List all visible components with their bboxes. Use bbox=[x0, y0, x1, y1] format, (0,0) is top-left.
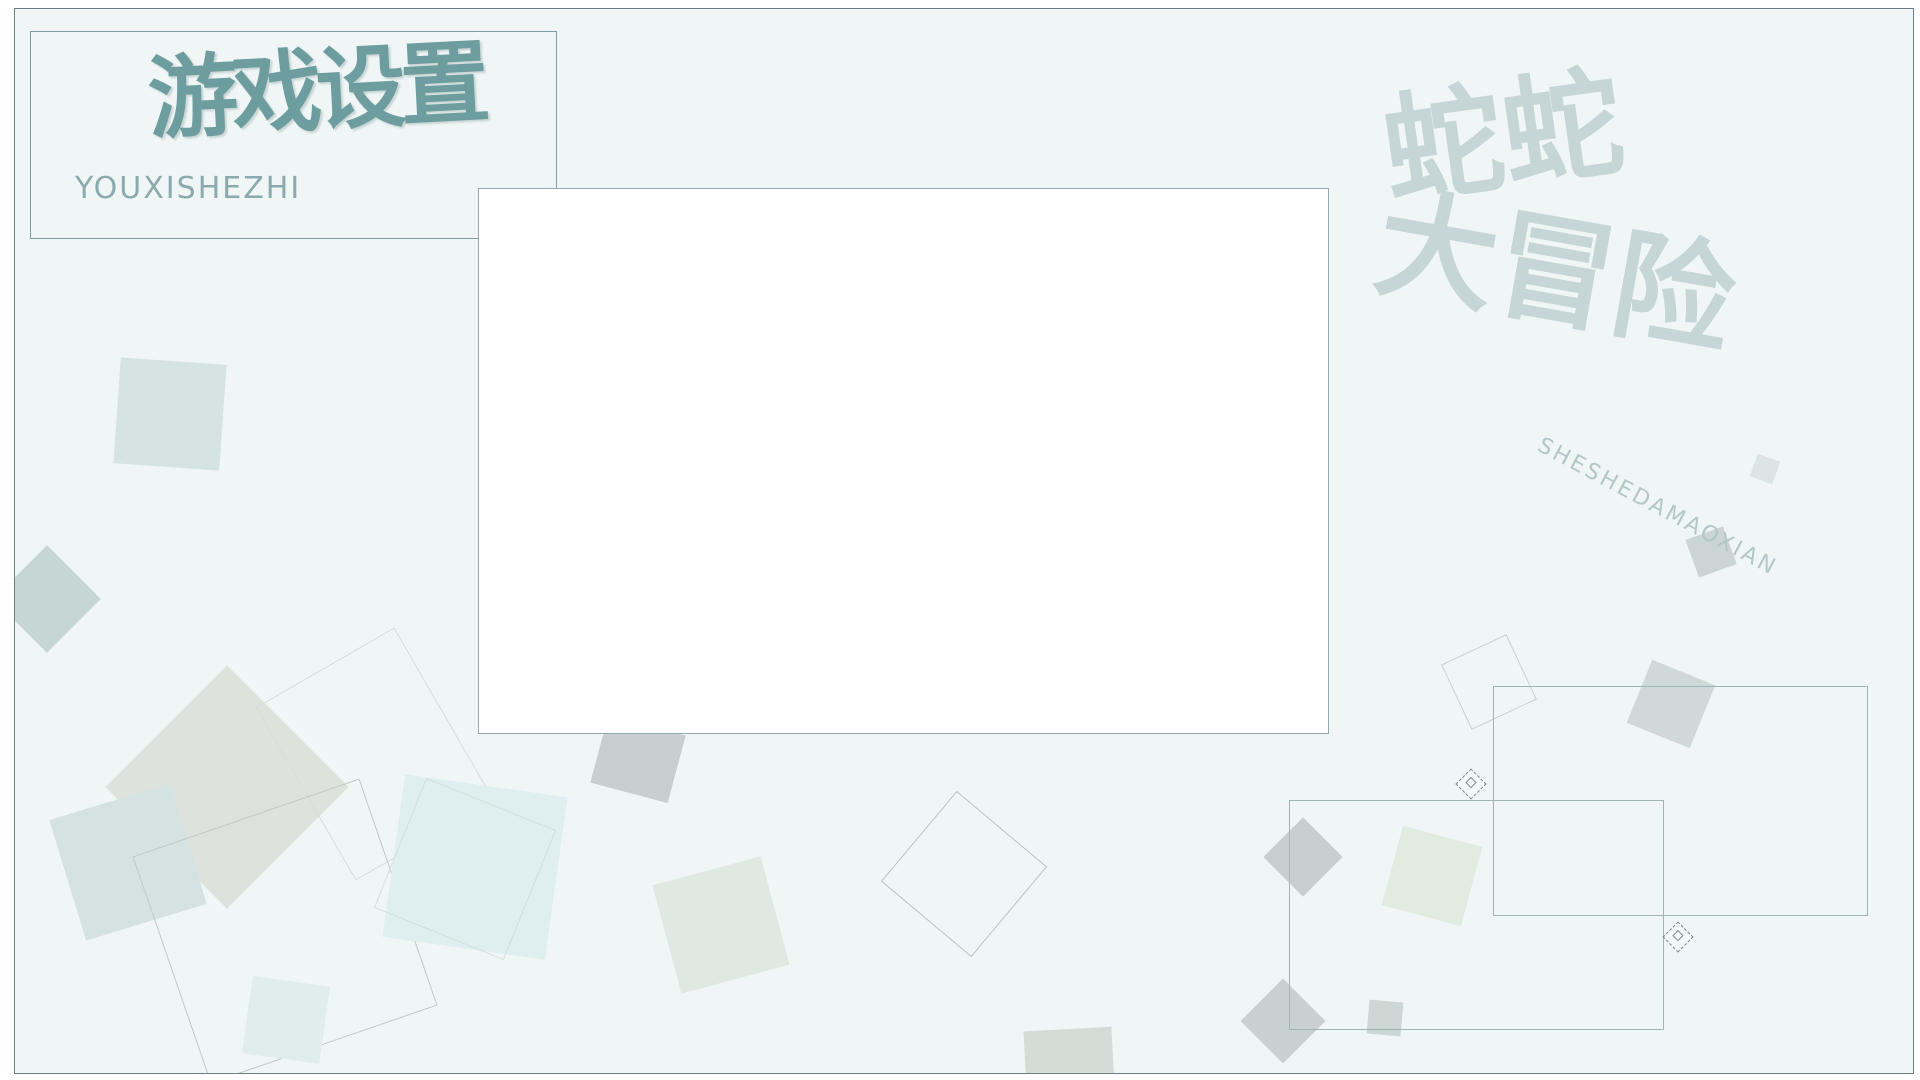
resize-handle-icon[interactable] bbox=[1455, 768, 1487, 800]
decor-square bbox=[880, 790, 1048, 958]
decor-square bbox=[652, 856, 790, 994]
info-box-upper bbox=[1493, 686, 1868, 916]
settings-window[interactable] bbox=[478, 188, 1329, 734]
decor-square bbox=[113, 357, 227, 471]
page-title: 游戏设置 bbox=[145, 30, 487, 153]
page-title-pinyin: YOUXISHEZHI bbox=[75, 171, 302, 206]
game-logo-line2: 大冒险 bbox=[1365, 173, 1745, 374]
decor-square bbox=[1749, 453, 1781, 485]
decor-square bbox=[241, 975, 331, 1065]
game-settings-screen: 游戏设置 YOUXISHEZHI 蛇蛇 大冒险 SHESHEDAMAOXIAN bbox=[14, 8, 1914, 1074]
game-logo-pinyin: SHESHEDAMAOXIAN bbox=[1533, 433, 1782, 581]
resize-handle-icon[interactable] bbox=[1662, 921, 1694, 953]
decor-square bbox=[15, 545, 101, 653]
decor-square bbox=[1023, 1026, 1115, 1073]
